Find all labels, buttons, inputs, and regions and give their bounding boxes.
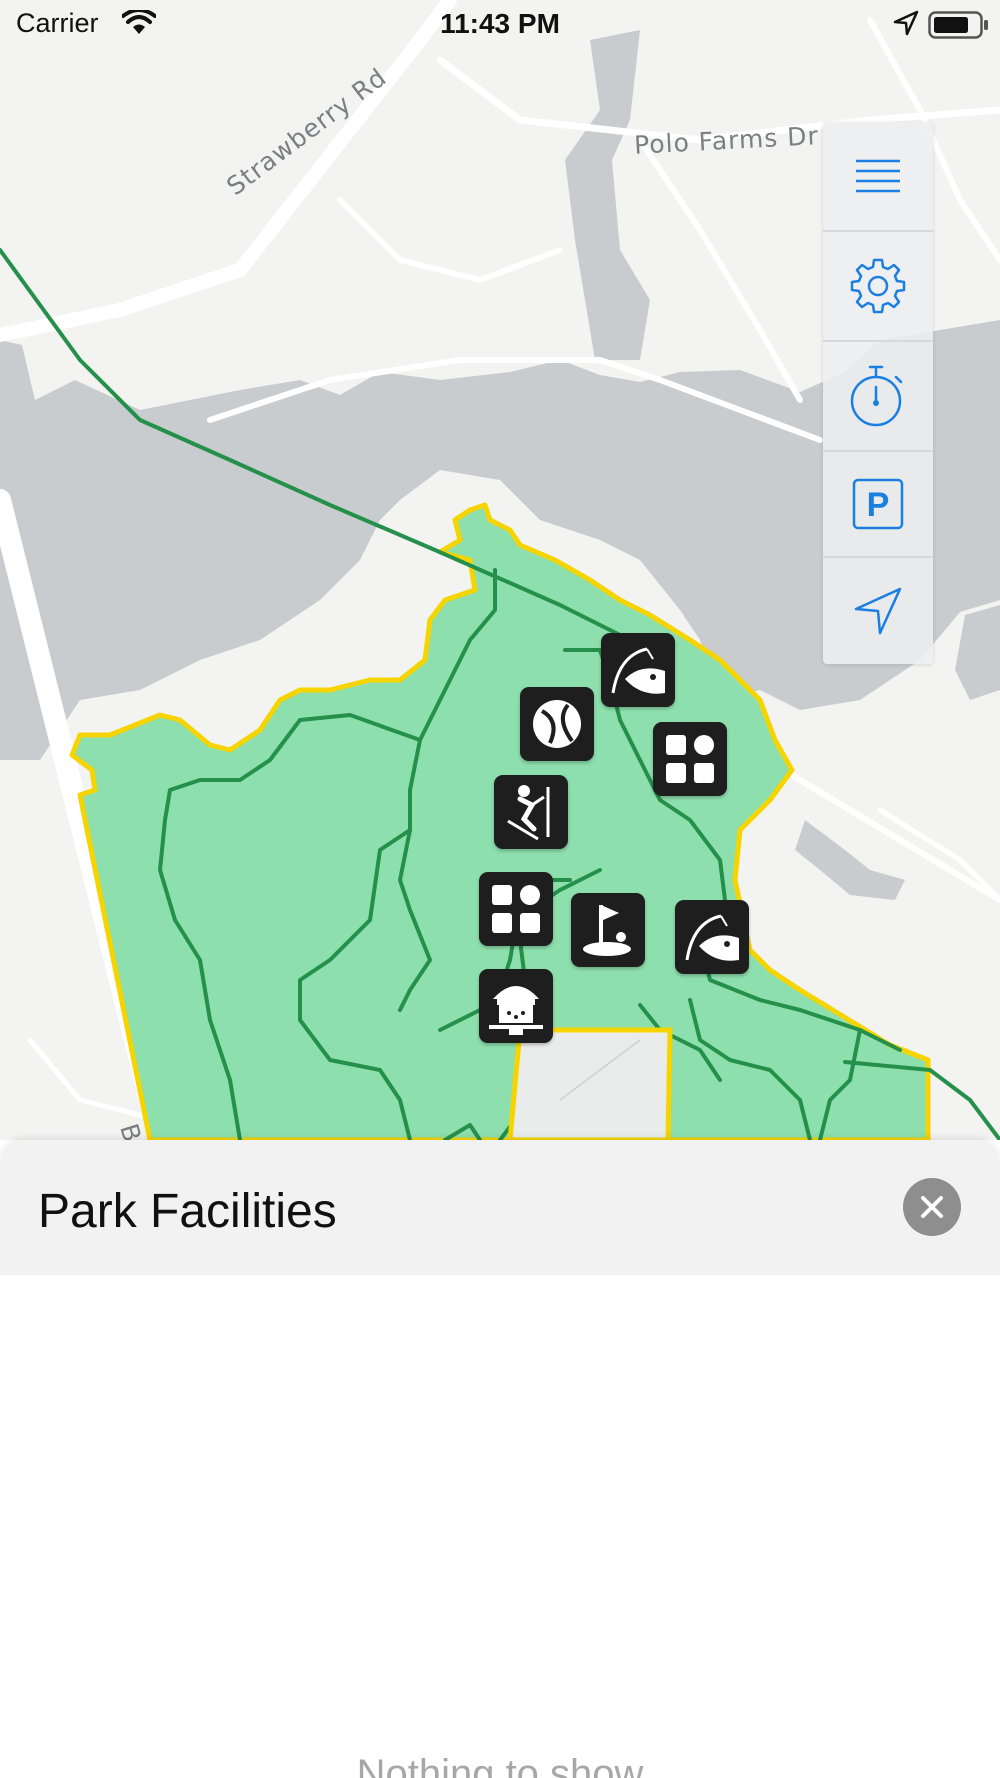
status-bar: Carrier 11:43 PM [0,0,1000,50]
facilities-marker[interactable] [653,722,727,796]
sheet-title: Park Facilities [38,1185,337,1238]
fishing-marker[interactable] [601,633,675,707]
golf-flag-icon [583,905,631,956]
fishing-icon [611,647,665,694]
close-icon [921,1196,943,1218]
fishing-icon [685,914,739,961]
sheet-header: Park Facilities [0,1140,1000,1275]
tennis-marker[interactable] [520,687,594,761]
parcel [507,1027,673,1140]
fishing-marker[interactable] [675,900,749,974]
skier-icon [507,785,550,841]
facilities-sheet[interactable]: Park Facilities Nothing to show [0,1140,1000,1778]
timer-button[interactable] [823,342,933,452]
location-arrow-icon [854,587,902,635]
stopwatch-icon [850,365,903,427]
parking-button[interactable]: P [823,452,933,558]
menu-icon [856,159,900,193]
grid-icon [666,735,714,783]
clock: 11:43 PM [440,8,560,39]
gear-icon [850,258,906,314]
tennis-ball-icon [533,700,581,748]
menu-button[interactable] [823,122,933,232]
map-toolbar: P [823,122,933,664]
water-right [955,605,1000,700]
gazebo-icon [489,986,543,1035]
map-view[interactable]: Strawberry Rd Polo Farms Dr Bat [0,0,1000,1140]
shelter-marker[interactable] [479,969,553,1043]
settings-button[interactable] [823,232,933,342]
parking-icon: P [852,478,904,530]
facilities-marker[interactable] [479,872,553,946]
skiing-marker[interactable] [494,775,568,849]
water-stream [565,30,650,360]
grid-icon [492,885,540,933]
parking-letter: P [867,486,890,524]
battery-icon [928,11,988,39]
empty-state-text: Nothing to show [356,1752,644,1778]
location-services-icon [893,10,919,36]
locate-button[interactable] [823,558,933,664]
close-button[interactable] [903,1178,961,1236]
golf-marker[interactable] [571,893,645,967]
